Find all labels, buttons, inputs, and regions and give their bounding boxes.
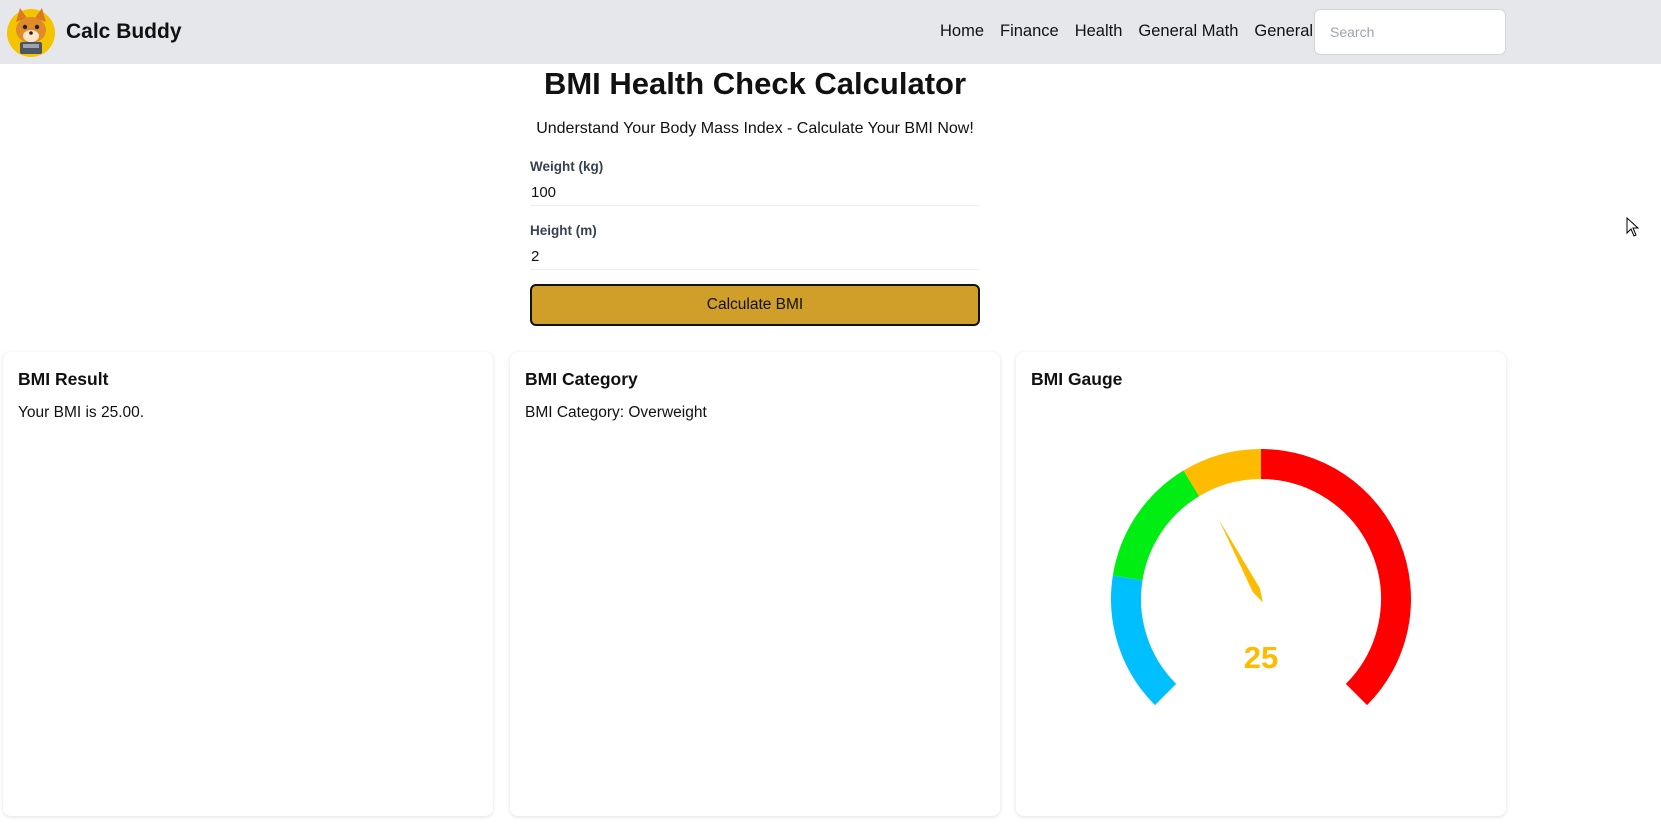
weight-label: Weight (kg)	[530, 159, 604, 174]
gauge-segment-underweight	[1111, 575, 1177, 706]
gauge-segment-normal	[1112, 470, 1200, 581]
calculate-bmi-button[interactable]: Calculate BMI	[530, 284, 980, 326]
nav-link-finance[interactable]: Finance	[1000, 22, 1059, 41]
weight-input[interactable]	[530, 180, 980, 206]
height-label: Height (m)	[530, 223, 597, 238]
nav-link-general-math[interactable]: General Math	[1138, 22, 1238, 41]
bmi-category-title: BMI Category	[525, 369, 638, 389]
gauge-segment-obese	[1260, 449, 1411, 706]
bmi-gauge: 25	[1111, 449, 1411, 706]
gauge-value-label: 25	[1244, 640, 1278, 675]
height-input[interactable]	[530, 244, 980, 270]
brand-name[interactable]: Calc Buddy	[66, 20, 182, 44]
nav-link-home[interactable]: Home	[940, 22, 984, 41]
search-input[interactable]	[1314, 9, 1506, 55]
bmi-gauge-card: BMI Gauge 25	[1016, 352, 1506, 816]
main-nav: Home Finance Health General Math General	[940, 22, 1313, 41]
navbar: Calc Buddy Home Finance Health General M…	[0, 0, 1661, 64]
bmi-category-text: BMI Category: Overweight	[525, 404, 707, 421]
nav-link-general[interactable]: General	[1254, 22, 1313, 41]
page-subtitle: Understand Your Body Mass Index - Calcul…	[536, 120, 974, 137]
gauge-segment-overweight	[1183, 449, 1262, 497]
mouse-pointer-icon	[1626, 217, 1640, 237]
fox-logo-icon[interactable]	[6, 6, 56, 58]
bmi-category-card: BMI Category BMI Category: Overweight	[510, 352, 1000, 816]
nav-link-health[interactable]: Health	[1075, 22, 1123, 41]
bmi-result-card: BMI Result Your BMI is 25.00.	[3, 352, 493, 816]
bmi-result-title: BMI Result	[18, 369, 109, 389]
bmi-result-text: Your BMI is 25.00.	[18, 404, 145, 421]
page-title: BMI Health Check Calculator	[543, 66, 967, 101]
gauge-needle	[1218, 519, 1263, 603]
